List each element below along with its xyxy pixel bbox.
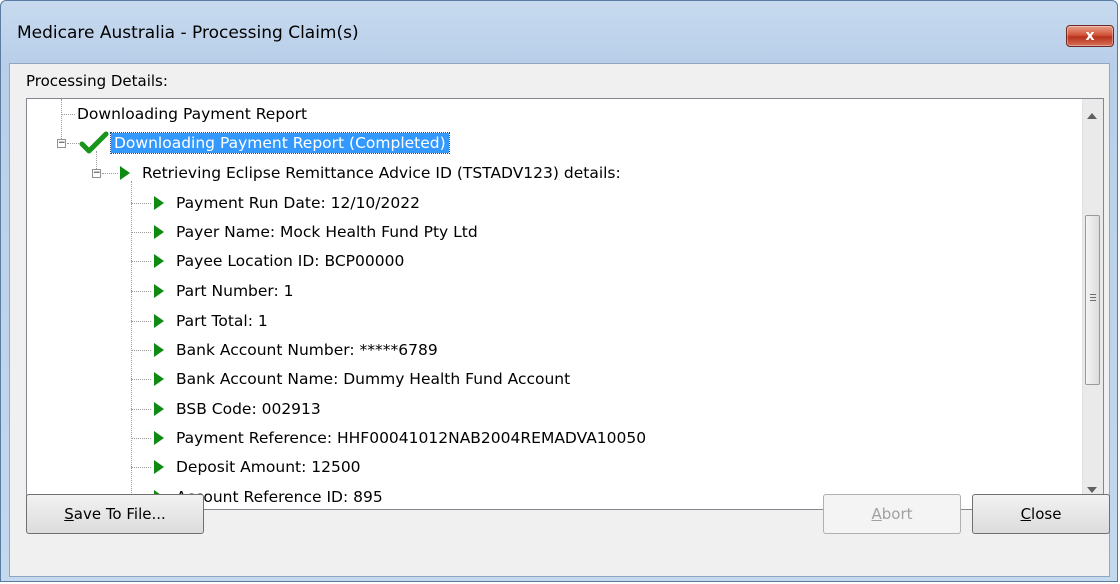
tree-item-detail[interactable]: Payment Reference: HHF00041012NAB2004REM…	[154, 423, 646, 453]
tree-item-completed[interactable]: Downloading Payment Report (Completed)	[79, 128, 450, 158]
save-to-file-button[interactable]: Save To File...	[26, 494, 204, 534]
tree-item-detail[interactable]: Part Number: 1	[154, 276, 294, 306]
tree-item-label: Part Number: 1	[176, 282, 294, 300]
tree-line	[131, 181, 132, 509]
play-triangle-icon	[154, 343, 164, 357]
abort-button[interactable]: Abort	[823, 494, 961, 534]
tree-line	[131, 321, 151, 322]
play-triangle-icon	[154, 225, 164, 239]
tree-item-label: Payment Reference: HHF00041012NAB2004REM…	[176, 429, 647, 447]
tree-item-detail[interactable]: BSB Code: 002913	[154, 394, 321, 424]
play-triangle-icon	[154, 314, 164, 328]
play-triangle-icon	[154, 431, 164, 445]
button-label: ave To File...	[73, 505, 166, 523]
tree-item-detail[interactable]: Deposit Amount: 12500	[154, 452, 361, 482]
tree-line	[61, 99, 62, 143]
scrollbar-thumb[interactable]	[1085, 215, 1100, 385]
tree-item-detail[interactable]: Bank Account Name: Dummy Health Fund Acc…	[154, 364, 570, 394]
mnemonic-letter: S	[64, 505, 74, 523]
scroll-down-arrow-icon[interactable]	[1087, 487, 1097, 493]
close-button[interactable]: Close	[972, 494, 1110, 534]
tree-item-label: Downloading Payment Report	[77, 105, 308, 123]
tree-item-detail[interactable]: Payer Name: Mock Health Fund Pty Ltd	[154, 217, 478, 247]
play-triangle-icon	[154, 402, 164, 416]
tree-line	[131, 232, 151, 233]
tree-item-label: Payment Run Date: 12/10/2022	[176, 194, 420, 212]
tree-item-label: Payer Name: Mock Health Fund Pty Ltd	[176, 223, 478, 241]
play-triangle-icon	[154, 196, 164, 210]
tree-item-retrieving[interactable]: Retrieving Eclipse Remittance Advice ID …	[120, 158, 621, 188]
tree-item-root[interactable]: Downloading Payment Report	[77, 99, 307, 129]
tree-item-label: Retrieving Eclipse Remittance Advice ID …	[142, 164, 621, 182]
tree-line	[131, 291, 151, 292]
window-close-button[interactable]: x	[1066, 25, 1114, 47]
mnemonic-letter: A	[871, 505, 882, 523]
thumb-grip	[1090, 294, 1096, 295]
tree-content: − − Downloading Payment Report Downloadi…	[27, 99, 1067, 509]
tree-item-label: Account Reference ID: 895	[176, 488, 383, 506]
tree-item-detail[interactable]: Payee Location ID: BCP00000	[154, 246, 404, 276]
collapse-toggle-icon[interactable]: −	[57, 139, 66, 148]
tree-line	[131, 203, 151, 204]
play-triangle-icon	[154, 372, 164, 386]
tree-line	[131, 350, 151, 351]
scroll-up-arrow-icon[interactable]	[1087, 113, 1097, 119]
tree-line	[131, 409, 151, 410]
play-triangle-icon	[154, 254, 164, 268]
vertical-scrollbar[interactable]	[1082, 99, 1103, 509]
mnemonic-letter: C	[1020, 505, 1032, 523]
tree-line	[131, 438, 151, 439]
tree-line	[61, 114, 75, 115]
thumb-grip	[1090, 297, 1096, 298]
dialog-window: Medicare Australia - Processing Claim(s)…	[0, 0, 1118, 582]
tree-line	[131, 261, 151, 262]
window-title: Medicare Australia - Processing Claim(s)	[17, 23, 359, 43]
button-label: lose	[1031, 505, 1062, 523]
tree-item-label: Part Total: 1	[176, 312, 268, 330]
button-label: bort	[881, 505, 913, 523]
tree-item-detail[interactable]: Bank Account Number: *****6789	[154, 335, 438, 365]
processing-details-label: Processing Details:	[26, 72, 168, 90]
play-triangle-icon	[154, 284, 164, 298]
collapse-toggle-icon[interactable]: −	[92, 169, 101, 178]
play-triangle-icon	[154, 460, 164, 474]
tree-item-detail[interactable]: Payment Run Date: 12/10/2022	[154, 188, 420, 218]
tree-item-label: BSB Code: 002913	[176, 400, 321, 418]
processing-tree-view[interactable]: − − Downloading Payment Report Downloadi…	[26, 98, 1104, 510]
tree-line	[102, 173, 118, 174]
play-triangle-icon	[120, 166, 130, 180]
thumb-grip	[1090, 300, 1096, 301]
tree-line	[131, 467, 151, 468]
tree-line	[131, 379, 151, 380]
tree-item-label: Bank Account Name: Dummy Health Fund Acc…	[176, 370, 571, 388]
tree-item-label: Bank Account Number: *****6789	[176, 341, 438, 359]
check-icon	[79, 131, 109, 154]
tree-item-label: Payee Location ID: BCP00000	[176, 252, 405, 270]
tree-item-label: Downloading Payment Report (Completed)	[110, 132, 450, 154]
tree-item-detail[interactable]: Part Total: 1	[154, 306, 268, 336]
tree-line	[67, 143, 79, 144]
tree-item-label: Deposit Amount: 12500	[176, 458, 361, 476]
close-icon: x	[1085, 28, 1095, 44]
